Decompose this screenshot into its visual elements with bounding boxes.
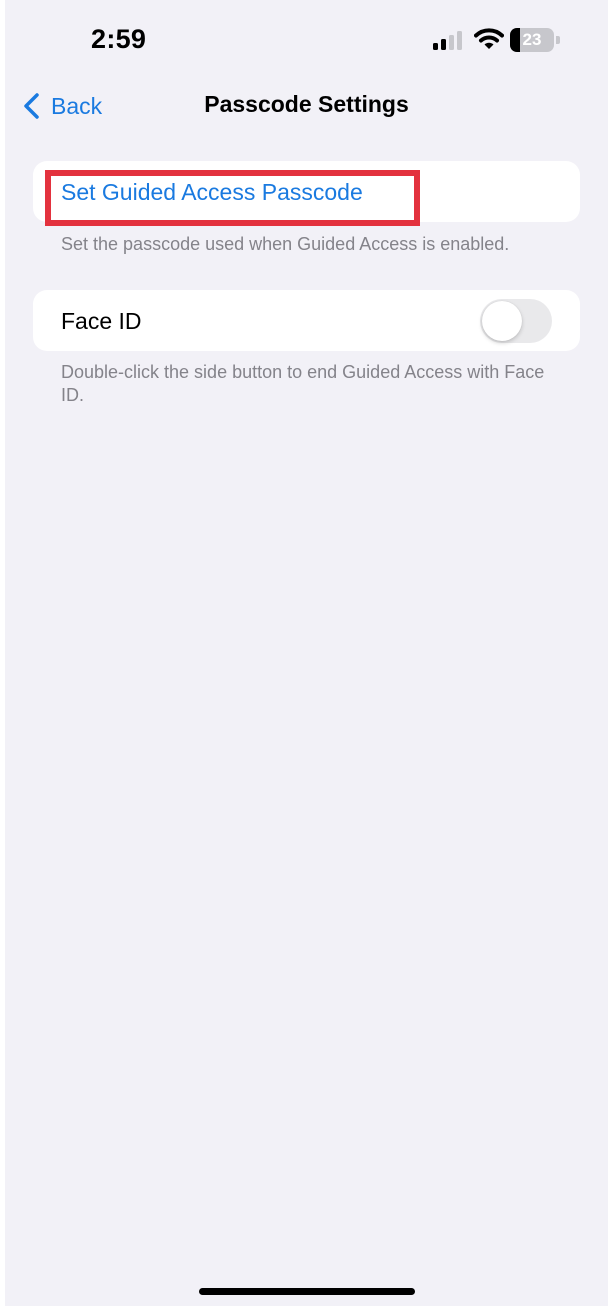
screen: 2:59 23 Back Passcode Settings Set Guide…	[5, 0, 608, 1306]
wifi-icon	[474, 28, 504, 49]
toggle-knob	[482, 301, 522, 341]
battery-level: 23	[522, 30, 542, 49]
face-id-toggle[interactable]	[480, 299, 552, 343]
face-id-group: Face ID	[33, 290, 580, 351]
set-passcode-button[interactable]: Set Guided Access Passcode	[61, 161, 363, 222]
status-time: 2:59	[91, 24, 147, 54]
face-id-label: Face ID	[61, 308, 142, 334]
home-indicator	[199, 1288, 415, 1295]
page-title: Passcode Settings	[204, 91, 409, 117]
face-id-footer: Double-click the side button to end Guid…	[61, 362, 545, 405]
signal-icon	[433, 31, 462, 50]
battery-icon: 23	[510, 28, 562, 52]
passcode-group: Set Guided Access Passcode	[33, 161, 580, 222]
passcode-footer: Set the passcode used when Guided Access…	[61, 234, 510, 254]
